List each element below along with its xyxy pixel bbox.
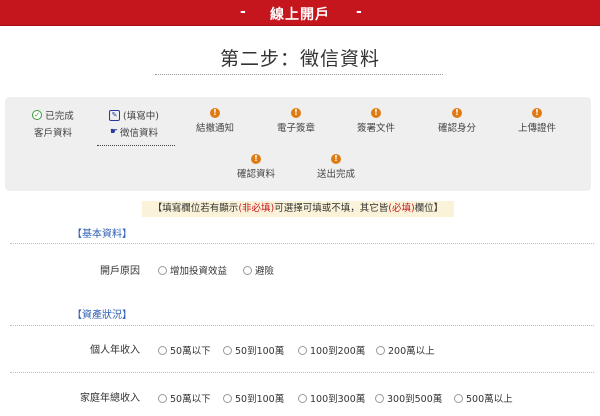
radio-label: 500萬以上: [466, 394, 513, 405]
radio-option-household-income-1[interactable]: 50萬以下: [158, 391, 211, 405]
step-status-label: 已完成: [45, 111, 74, 122]
row-label-household-income: 家庭年總收入: [80, 393, 140, 404]
step-label: 簽署文件: [356, 123, 395, 134]
radio-label: 100到300萬: [310, 394, 366, 405]
progress-step-e-signature: ! 電子簽章: [256, 108, 336, 134]
page-title-underline: [155, 74, 443, 75]
radio-option-personal-income-1[interactable]: 50萬以下: [158, 343, 211, 357]
row-divider: [10, 372, 594, 373]
radio-option-household-income-5[interactable]: 500萬以上: [454, 391, 513, 405]
radio-label: 50到100萬: [235, 394, 285, 405]
radio-option-household-income-3[interactable]: 100到300萬: [298, 391, 365, 405]
exclamation-circle-icon: !: [452, 108, 462, 118]
radio-label: 避險: [255, 266, 275, 277]
radio-label: 增加投資效益: [170, 266, 228, 277]
radio-label: 100到200萬: [310, 346, 366, 357]
pointing-hand-icon: ☛: [109, 127, 119, 137]
notice-optional: (非必填): [238, 203, 275, 214]
step-label: 客戶資料: [33, 128, 72, 139]
radio-option-personal-income-2[interactable]: 50到100萬: [223, 343, 284, 357]
page-title: 第二步：徵信資料: [219, 48, 380, 70]
radio-button[interactable]: [243, 265, 252, 275]
radio-label: 50萬以下: [170, 394, 211, 405]
radio-button[interactable]: [376, 345, 385, 355]
radio-button[interactable]: [298, 345, 307, 355]
progress-step-credit-data: ✎ (填寫中) ☛ 徵信資料: [94, 108, 174, 139]
radio-button[interactable]: [158, 265, 167, 275]
step-label: 電子簽章: [276, 123, 315, 134]
progress-step-sign-documents: ! 簽署文件: [336, 108, 416, 134]
radio-button[interactable]: [375, 393, 384, 403]
exclamation-circle-icon: !: [291, 108, 301, 118]
step-status-label: (填寫中): [123, 111, 159, 122]
notice-text: 欄位】: [414, 203, 444, 214]
radio-option-hedge[interactable]: 避險: [243, 263, 274, 277]
section-divider: [10, 243, 594, 244]
radio-button[interactable]: [223, 345, 232, 355]
exclamation-circle-icon: !: [371, 108, 381, 118]
progress-step-submit: ! 送出完成: [296, 154, 376, 180]
step-label: 上傳證件: [517, 123, 556, 134]
radio-label: 50萬以下: [170, 346, 211, 357]
radio-label: 200萬以上: [388, 346, 435, 357]
check-circle-icon: ✓: [32, 110, 43, 120]
header-dash-right: -: [356, 4, 362, 20]
progress-step-upload-id: ! 上傳證件: [497, 108, 577, 134]
step-label: 送出完成: [316, 169, 355, 180]
notice-required: (必填): [388, 203, 415, 214]
step-label: 確認資料: [236, 169, 275, 180]
radio-button[interactable]: [454, 393, 463, 403]
radio-button[interactable]: [298, 393, 307, 403]
radio-option-household-income-4[interactable]: 300到500萬: [375, 391, 442, 405]
exclamation-circle-icon: !: [251, 154, 261, 164]
section-divider: [10, 325, 594, 326]
progress-step-verify-identity: ! 確認身分: [417, 108, 497, 134]
step-label: 徵信資料: [120, 128, 159, 139]
header-title: 線上開戶: [270, 7, 330, 23]
section-title-basic: 【基本資料】: [72, 229, 132, 240]
section-title-assets: 【資產狀況】: [72, 310, 132, 321]
row-label-open-reason: 開戶原因: [100, 266, 140, 277]
step-label: 結撤通知: [195, 123, 234, 134]
radio-option-household-income-2[interactable]: 50到100萬: [223, 391, 284, 405]
required-fields-notice: 【填寫欄位若有顯示(非必填)可選擇可填或不填，其它皆(必填)欄位】: [142, 201, 454, 217]
notice-text: 【填寫欄位若有顯示: [152, 203, 239, 214]
notice-text: 可選擇可填或不填，其它皆: [274, 203, 389, 214]
radio-option-increase-returns[interactable]: 增加投資效益: [158, 263, 227, 277]
progress-step-customer-data: ✓ 已完成 客戶資料: [13, 108, 93, 139]
exclamation-circle-icon: !: [210, 108, 220, 118]
current-step-underline: [97, 145, 175, 146]
site-header: - 線上開戶 -: [0, 0, 600, 26]
radio-label: 300到500萬: [387, 394, 443, 405]
edit-icon: ✎: [109, 109, 121, 121]
radio-label: 50到100萬: [235, 346, 285, 357]
progress-step-confirm-data: ! 確認資料: [216, 154, 296, 180]
radio-button[interactable]: [158, 393, 167, 403]
exclamation-circle-icon: !: [331, 154, 341, 164]
row-label-personal-income: 個人年收入: [90, 345, 140, 356]
radio-button[interactable]: [223, 393, 232, 403]
radio-option-personal-income-4[interactable]: 200萬以上: [376, 343, 435, 357]
exclamation-circle-icon: !: [532, 108, 542, 118]
progress-step-notice: ! 結撤通知: [175, 108, 255, 134]
radio-option-personal-income-3[interactable]: 100到200萬: [298, 343, 365, 357]
step-label: 確認身分: [437, 123, 476, 134]
radio-button[interactable]: [158, 345, 167, 355]
